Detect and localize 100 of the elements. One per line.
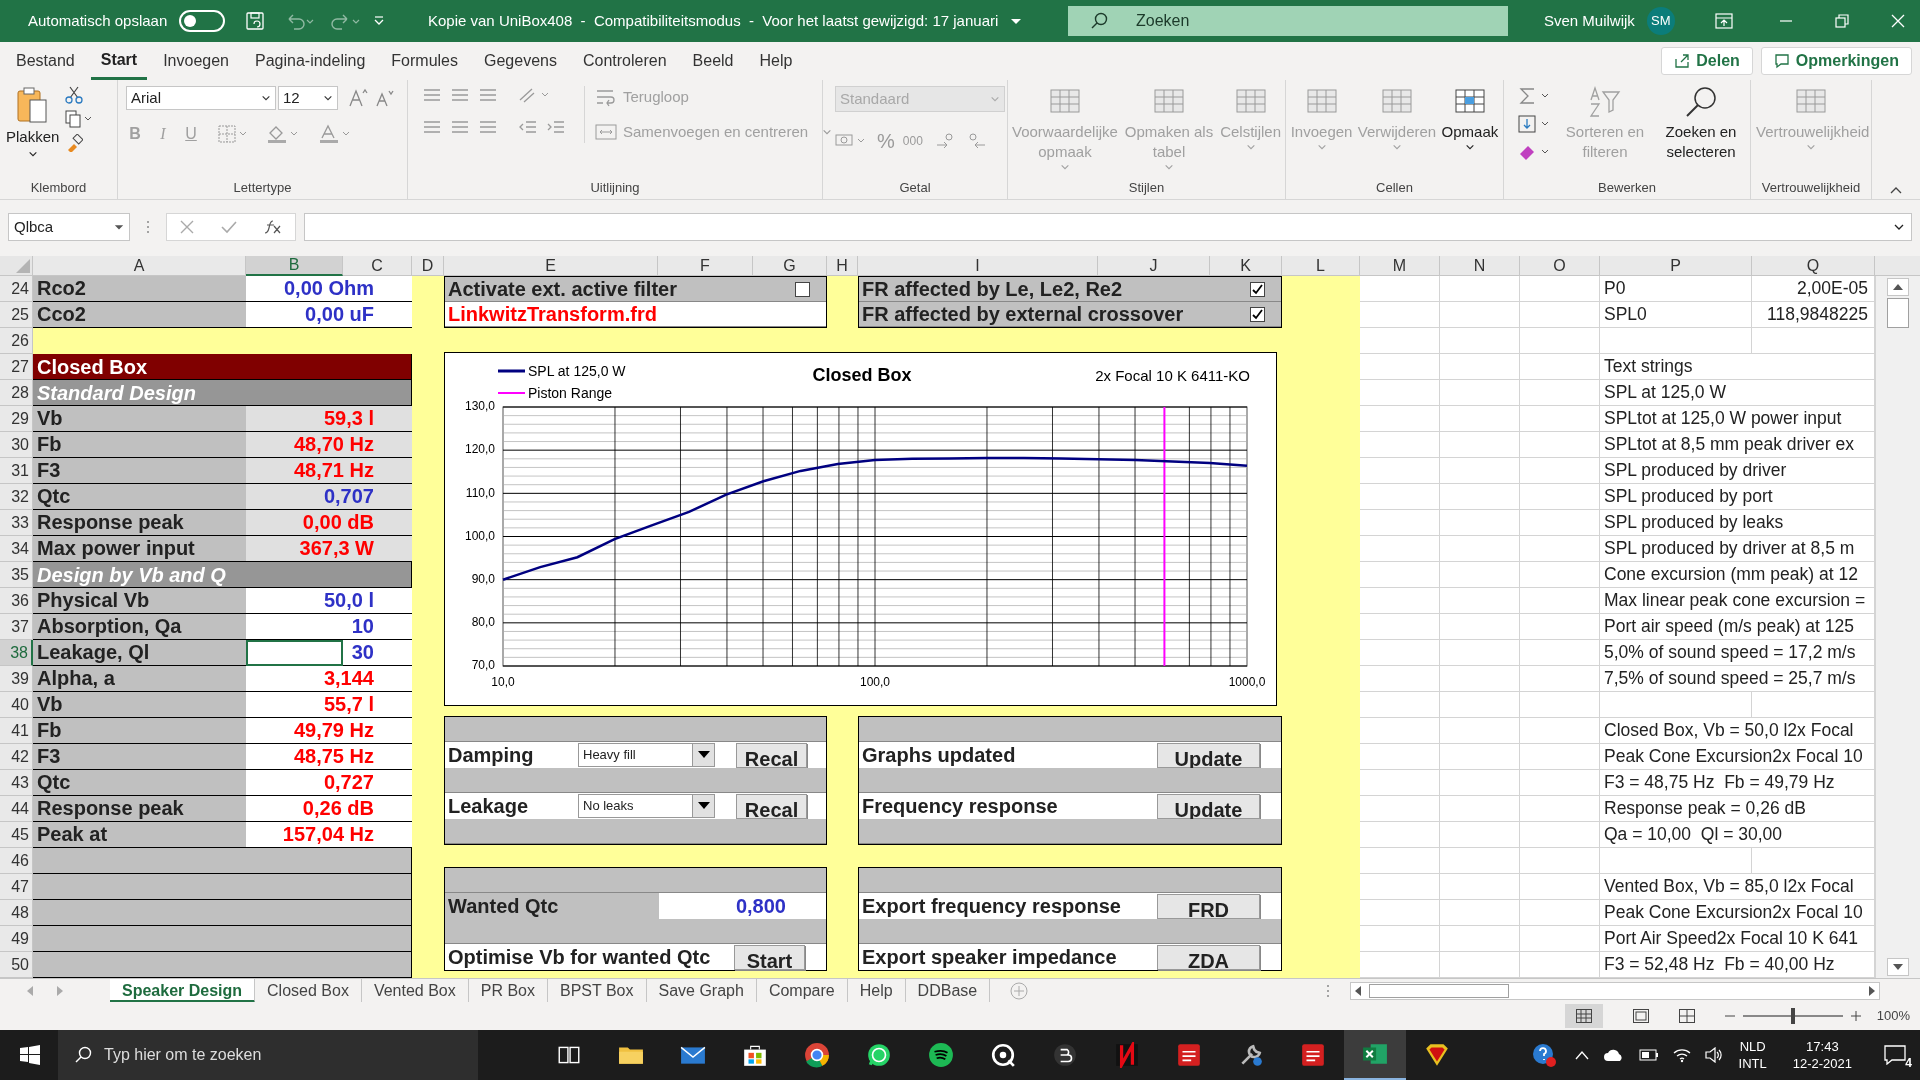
ribbon-tab[interactable]: Pagina-indeling <box>245 42 376 80</box>
normal-view-button[interactable] <box>1564 1004 1603 1028</box>
checkbox[interactable] <box>1250 306 1265 322</box>
checkbox[interactable] <box>795 281 810 297</box>
increase-font-icon[interactable] <box>348 88 368 108</box>
action-button[interactable]: Update <box>1157 742 1260 768</box>
row-header[interactable]: 32 <box>0 484 33 510</box>
ribbon-tab[interactable]: Bestand <box>6 42 85 80</box>
row-header[interactable]: 40 <box>0 692 33 718</box>
wifi-icon[interactable] <box>1672 1047 1691 1063</box>
paste-button[interactable]: Plakken <box>6 86 60 159</box>
save-icon[interactable] <box>245 11 266 31</box>
row-header[interactable]: 38 <box>0 640 33 666</box>
collapse-ribbon-icon[interactable] <box>1889 185 1903 195</box>
parameter-value[interactable]: 30 <box>246 640 412 665</box>
start-icon[interactable] <box>20 1045 40 1065</box>
language-indicator[interactable]: NLD INTL <box>1738 1038 1767 1072</box>
help-icon[interactable] <box>1530 1042 1557 1068</box>
column-header[interactable]: O <box>1520 256 1600 276</box>
ribbon-tab[interactable]: Help <box>749 42 803 80</box>
row-header[interactable]: 50 <box>0 952 33 978</box>
column-header[interactable]: Q <box>1752 256 1875 276</box>
row-header[interactable]: 43 <box>0 770 33 796</box>
row-header[interactable]: 48 <box>0 900 33 926</box>
zoom-slider-thumb[interactable] <box>1790 1008 1795 1024</box>
row-header[interactable]: 45 <box>0 822 33 848</box>
user-avatar[interactable]: SM <box>1646 7 1675 35</box>
row-header[interactable]: 37 <box>0 614 33 640</box>
row-header[interactable]: 35 <box>0 562 33 588</box>
checkbox[interactable] <box>1250 281 1265 297</box>
row-header[interactable]: 24 <box>0 276 33 302</box>
cloud-icon[interactable] <box>1602 1048 1625 1062</box>
page-layout-icon[interactable] <box>1632 1009 1649 1023</box>
action-button[interactable]: Update <box>1157 793 1260 819</box>
column-header[interactable]: J <box>1098 256 1210 276</box>
column-header[interactable]: B <box>246 256 343 276</box>
ribbon-tab[interactable]: Start <box>90 42 148 80</box>
row-header[interactable]: 39 <box>0 666 33 692</box>
font-size-field[interactable]: 12 <box>278 86 338 110</box>
dropdown-field[interactable]: No leaks <box>578 794 715 818</box>
action-button[interactable]: FRD <box>1157 893 1260 919</box>
column-header[interactable]: G <box>753 256 827 276</box>
row-header[interactable]: 29 <box>0 406 33 432</box>
row-header[interactable]: 30 <box>0 432 33 458</box>
ribbon-button[interactable]: Opmaak <box>1439 86 1501 152</box>
scissors-icon[interactable] <box>65 86 84 104</box>
row-header[interactable]: 44 <box>0 796 33 822</box>
horizontal-scrollbar[interactable] <box>1350 981 1880 1000</box>
column-header[interactable]: M <box>1360 256 1440 276</box>
ribbon-tab[interactable]: Gegevens <box>474 42 567 80</box>
share-button[interactable]: Delen <box>1661 47 1753 75</box>
comments-button[interactable]: Opmerkingen <box>1760 47 1912 75</box>
action-button[interactable]: ZDA <box>1157 944 1260 970</box>
customize-toolbar-icon[interactable] <box>373 15 386 27</box>
font-color-icon[interactable] <box>318 124 352 144</box>
column-header[interactable]: P <box>1600 256 1752 276</box>
ribbon-tab[interactable]: Invoegen <box>153 42 239 80</box>
ribbon-display-icon[interactable] <box>1714 13 1733 29</box>
taskbar-search-field[interactable]: Typ hier om te zoeken <box>58 1030 478 1080</box>
parameter-value[interactable]: 0,707 <box>246 484 412 509</box>
clock[interactable]: 17:43 12-2-2021 <box>1792 1038 1852 1072</box>
column-header[interactable]: C <box>343 256 412 276</box>
action-button[interactable]: Start <box>734 944 805 970</box>
autosave-toggle[interactable] <box>179 10 226 32</box>
chevron-up-icon[interactable] <box>1574 1050 1589 1060</box>
row-header[interactable]: 27 <box>0 354 33 380</box>
row-header[interactable]: 28 <box>0 380 33 406</box>
row-header[interactable]: 47 <box>0 874 33 900</box>
scroll-down-button[interactable] <box>1887 958 1909 976</box>
column-header[interactable]: E <box>444 256 658 276</box>
row-header[interactable]: 34 <box>0 536 33 562</box>
row-header[interactable]: 49 <box>0 926 33 952</box>
font-name-field[interactable]: Arial <box>126 86 276 110</box>
row-header[interactable]: 36 <box>0 588 33 614</box>
zoom-level[interactable]: 100% <box>1876 1006 1910 1026</box>
ribbon-tab[interactable]: Controleren <box>572 42 677 80</box>
copy-icon[interactable] <box>65 110 94 128</box>
zoom-in-icon[interactable] <box>1850 1011 1861 1021</box>
scroll-up-button[interactable] <box>1887 278 1909 296</box>
fill-color-icon[interactable] <box>266 124 300 144</box>
restore-icon[interactable] <box>1834 14 1849 28</box>
recalculate-button[interactable]: Recal <box>736 793 807 819</box>
sheet-tab[interactable]: Speaker Design <box>110 978 256 1003</box>
row-header[interactable]: 42 <box>0 744 33 770</box>
column-header[interactable]: H <box>827 256 858 276</box>
close-icon[interactable] <box>1890 14 1905 28</box>
function-icon[interactable] <box>263 219 282 235</box>
row-header[interactable]: 26 <box>0 328 33 354</box>
column-header[interactable]: I <box>858 256 1098 276</box>
row-header[interactable]: 25 <box>0 302 33 328</box>
ribbon-tab[interactable]: Beeld <box>682 42 744 80</box>
name-box[interactable]: Qlbca <box>8 213 130 241</box>
column-header[interactable]: L <box>1282 256 1360 276</box>
column-header[interactable]: F <box>658 256 753 276</box>
row-header[interactable]: 31 <box>0 458 33 484</box>
page-break-icon[interactable] <box>1678 1009 1695 1023</box>
speaker-icon[interactable] <box>1704 1047 1723 1063</box>
battery-icon[interactable] <box>1638 1049 1659 1061</box>
scroll-thumb[interactable] <box>1887 298 1909 328</box>
formula-input[interactable] <box>304 213 1912 241</box>
